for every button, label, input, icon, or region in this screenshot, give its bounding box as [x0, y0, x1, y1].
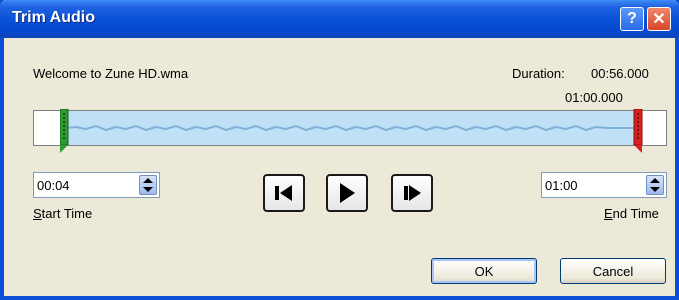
start-time-input[interactable]: [37, 176, 125, 194]
waveform: [65, 124, 637, 132]
duration-label: Duration:: [512, 66, 565, 81]
start-time-label: Start Time: [33, 206, 93, 221]
next-frame-button[interactable]: [391, 174, 433, 212]
previous-frame-button[interactable]: [263, 174, 305, 212]
end-time-spinner[interactable]: [541, 172, 667, 198]
end-time-label: End Time: [604, 206, 659, 221]
end-time-input[interactable]: [545, 176, 633, 194]
spin-arrows-icon: [143, 178, 153, 192]
title-bar[interactable]: Trim Audio ? ✕: [0, 0, 679, 38]
end-time-spin-buttons[interactable]: [646, 175, 664, 195]
start-time-spinner[interactable]: [33, 172, 160, 198]
duration-value: 00:56.000: [591, 66, 649, 81]
help-button[interactable]: ?: [620, 7, 644, 31]
cancel-button[interactable]: Cancel: [560, 258, 666, 284]
play-icon: [340, 183, 355, 203]
end-marker-time: 01:00.000: [565, 90, 623, 105]
dialog-title: Trim Audio: [12, 9, 95, 26]
file-name: Welcome to Zune HD.wma: [33, 66, 189, 81]
previous-frame-icon: [275, 185, 292, 201]
trim-audio-dialog: Trim Audio ? ✕: [0, 0, 679, 300]
play-button[interactable]: [326, 174, 368, 212]
selected-region: [65, 111, 637, 145]
spin-arrows-icon: [650, 178, 660, 192]
close-icon: ✕: [652, 11, 666, 28]
ok-button[interactable]: OK: [431, 258, 537, 284]
start-time-spin-buttons[interactable]: [139, 175, 157, 195]
end-trim-handle[interactable]: [633, 109, 643, 153]
help-icon: ?: [627, 10, 637, 27]
start-trim-handle[interactable]: [60, 109, 70, 153]
close-button[interactable]: ✕: [647, 7, 671, 31]
next-frame-icon: [404, 185, 421, 201]
